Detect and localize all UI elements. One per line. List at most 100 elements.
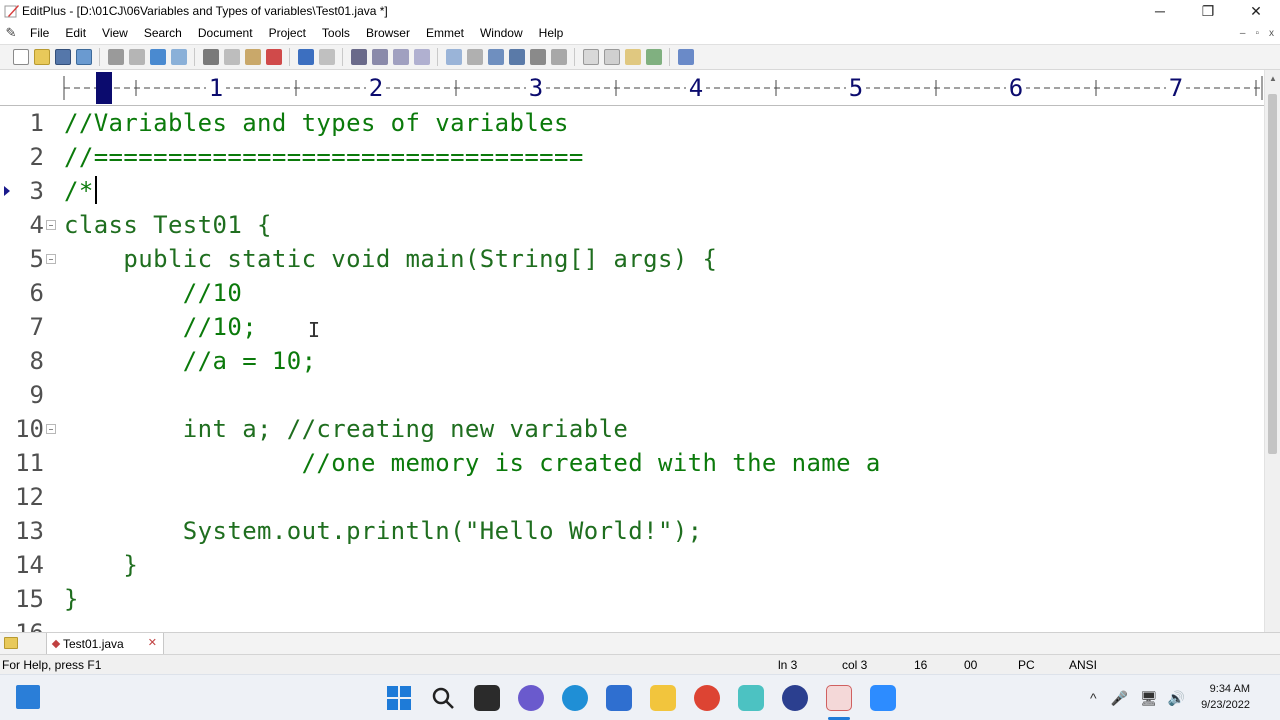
paste-icon[interactable] <box>244 49 261 65</box>
copy-icon[interactable] <box>223 49 240 65</box>
file-explorer-icon[interactable] <box>650 685 676 711</box>
menu-window[interactable]: Window <box>472 22 531 44</box>
menu-search[interactable]: Search <box>136 22 190 44</box>
doc-restore-button[interactable]: ▫ <box>1255 28 1259 39</box>
task-view-icon[interactable] <box>474 685 500 711</box>
editor-line[interactable]: 1 //Variables and types of variables <box>0 106 1264 140</box>
tab-test01-java[interactable]: Test01.java ✕ <box>46 633 164 655</box>
windows-start-icon[interactable] <box>386 685 412 711</box>
code-editor[interactable]: 1 //Variables and types of variables 2 /… <box>0 106 1264 632</box>
editor-line[interactable]: 10 int a; //creating new variable <box>0 412 1264 446</box>
editor-line[interactable]: 12 <box>0 480 1264 514</box>
redo-icon[interactable] <box>318 49 335 65</box>
line-code[interactable]: /* <box>64 177 94 205</box>
tray-overflow-chevron-icon[interactable]: ^ <box>1090 690 1097 706</box>
line-code[interactable]: int a; //creating new variable <box>64 412 628 446</box>
fold-toggle-icon[interactable] <box>46 254 56 264</box>
save-icon[interactable] <box>54 49 71 65</box>
save-all-icon[interactable] <box>75 49 92 65</box>
editor-line[interactable]: 15 } <box>0 582 1264 616</box>
minimize-button[interactable]: ─ <box>1136 0 1184 22</box>
microphone-icon[interactable]: 🎤 <box>1111 690 1128 707</box>
line-code[interactable]: System.out.println("Hello World!"); <box>64 514 703 548</box>
editor-line[interactable]: 14 } <box>0 548 1264 582</box>
line-number-icon[interactable] <box>529 49 546 65</box>
edge-browser-icon[interactable] <box>562 685 588 711</box>
column-select-icon[interactable] <box>487 49 504 65</box>
editor-line[interactable]: 4 class Test01 { <box>0 208 1264 242</box>
window-icon[interactable] <box>582 49 599 65</box>
menu-edit[interactable]: Edit <box>57 22 94 44</box>
help-icon[interactable] <box>677 49 694 65</box>
editor-line[interactable]: 9 <box>0 378 1264 412</box>
editor-line[interactable]: 5 public static void main(String[] args)… <box>0 242 1264 276</box>
undo-icon[interactable] <box>297 49 314 65</box>
line-code[interactable]: //Variables and types of variables <box>64 106 569 140</box>
browser-preview-icon[interactable] <box>170 49 187 65</box>
teams-chat-icon[interactable] <box>518 685 544 711</box>
line-code[interactable]: //a = 10; <box>64 344 316 378</box>
new-file-icon[interactable] <box>12 49 29 65</box>
taskbar-clock[interactable]: 9:34 AM 9/23/2022 <box>1201 681 1250 713</box>
editor-line-current[interactable]: 3 /* <box>0 174 1264 208</box>
line-code[interactable]: //one memory is created with the name a <box>64 446 881 480</box>
line-code[interactable]: //================================= <box>64 140 584 174</box>
zoom-app-icon[interactable] <box>870 685 896 711</box>
word-wrap-icon[interactable] <box>445 49 462 65</box>
close-tab-icon[interactable]: ✕ <box>148 636 157 649</box>
editplus-app-icon[interactable] <box>4 3 20 19</box>
editor-line[interactable]: 2 //================================= <box>0 140 1264 174</box>
doc-minimize-button[interactable]: – <box>1240 28 1246 39</box>
editor-line[interactable]: 6 //10 <box>0 276 1264 310</box>
print-icon[interactable] <box>107 49 124 65</box>
line-code[interactable]: public static void main(String[] args) { <box>64 242 717 276</box>
hex-view-icon[interactable] <box>466 49 483 65</box>
scroll-up-arrow-icon[interactable]: ▲ <box>1265 70 1280 86</box>
editor-line[interactable]: 11 //one memory is created with the name… <box>0 446 1264 480</box>
indent-icon[interactable] <box>508 49 525 65</box>
find-in-files-icon[interactable] <box>392 49 409 65</box>
menu-file[interactable]: File <box>22 22 57 44</box>
menu-emmet[interactable]: Emmet <box>418 22 472 44</box>
menu-document[interactable]: Document <box>190 22 261 44</box>
show-desktop-icon[interactable] <box>16 685 40 709</box>
delete-icon[interactable] <box>265 49 282 65</box>
print-preview-icon[interactable] <box>128 49 145 65</box>
editor-line[interactable]: 8 //a = 10; <box>0 344 1264 378</box>
maximize-button[interactable]: ❐ <box>1184 0 1232 22</box>
cut-icon[interactable] <box>202 49 219 65</box>
cliptext-icon[interactable] <box>603 49 620 65</box>
output-icon[interactable] <box>645 49 662 65</box>
replace-icon[interactable] <box>371 49 388 65</box>
search-icon[interactable] <box>430 685 456 711</box>
line-code[interactable]: } <box>64 582 79 616</box>
doc-close-button[interactable]: x <box>1269 28 1274 39</box>
editor-line[interactable]: 16 <box>0 616 1264 632</box>
menu-project[interactable]: Project <box>261 22 314 44</box>
line-code[interactable]: //10; <box>64 310 257 344</box>
menu-tools[interactable]: Tools <box>314 22 358 44</box>
editor-line[interactable]: 13 System.out.println("Hello World!"); <box>0 514 1264 548</box>
eclipse-ide-icon[interactable] <box>782 685 808 711</box>
fold-toggle-icon[interactable] <box>46 424 56 434</box>
folder-icon[interactable] <box>4 637 18 649</box>
line-code[interactable]: class Test01 { <box>64 208 272 242</box>
close-button[interactable]: ✕ <box>1232 0 1280 22</box>
menu-browser[interactable]: Browser <box>358 22 418 44</box>
ruler-toggle-icon[interactable] <box>550 49 567 65</box>
puzzle-app-icon[interactable] <box>738 685 764 711</box>
display-icon[interactable]: 🖥 <box>1140 690 1158 707</box>
menu-view[interactable]: View <box>94 22 136 44</box>
spellcheck-icon[interactable] <box>149 49 166 65</box>
menu-help[interactable]: Help <box>531 22 572 44</box>
volume-icon[interactable]: 🔊 <box>1168 690 1185 707</box>
directory-icon[interactable] <box>624 49 641 65</box>
find-icon[interactable] <box>350 49 367 65</box>
microsoft-store-icon[interactable] <box>606 685 632 711</box>
goto-icon[interactable] <box>413 49 430 65</box>
line-code[interactable]: //10 <box>64 276 242 310</box>
fold-toggle-icon[interactable] <box>46 220 56 230</box>
line-code[interactable]: } <box>64 548 138 582</box>
open-folder-icon[interactable] <box>33 49 50 65</box>
scrollbar-thumb[interactable] <box>1268 94 1277 454</box>
